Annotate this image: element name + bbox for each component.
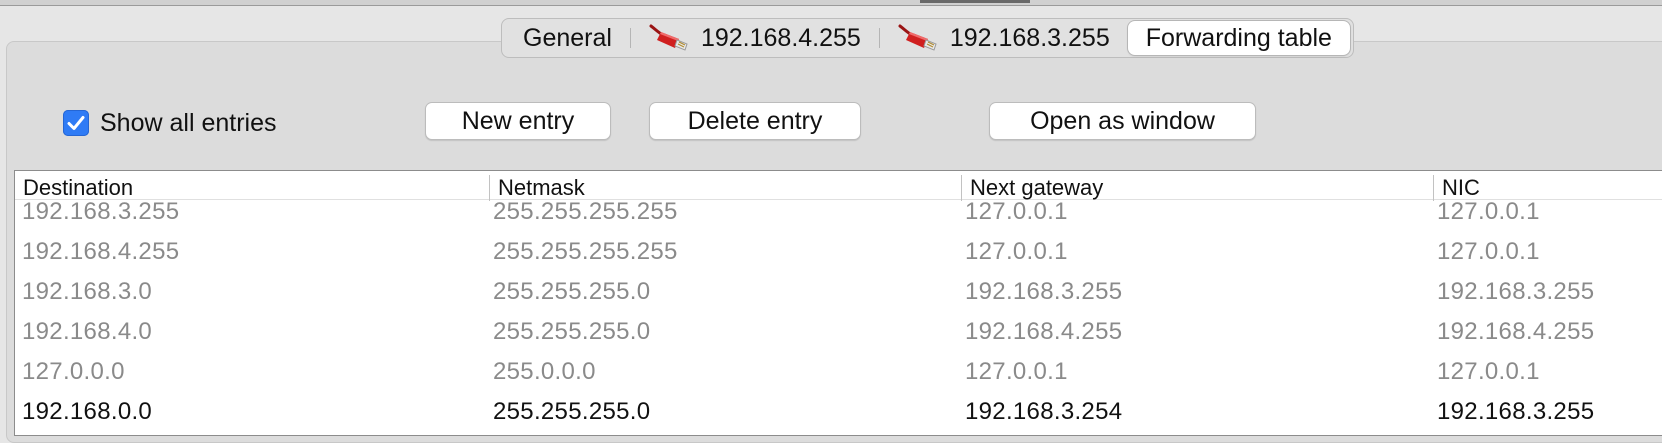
cell-destination: 192.168.3.255 — [22, 198, 180, 225]
table-row[interactable]: 192.168.4.0 255.255.255.0 192.168.4.255 … — [15, 314, 1662, 354]
cell-nic: 192.168.3.255 — [1437, 398, 1595, 425]
table-row[interactable]: 192.168.3.255 255.255.255.255 127.0.0.1 … — [15, 194, 1662, 234]
table-row[interactable]: 192.168.3.0 255.255.255.0 192.168.3.255 … — [15, 274, 1662, 314]
cell-netmask: 255.0.0.0 — [493, 358, 596, 385]
tab-forwarding-table-label: Forwarding table — [1145, 23, 1332, 52]
table-row[interactable]: 192.168.4.255 255.255.255.255 127.0.0.1 … — [15, 234, 1662, 274]
tab-general-label: General — [523, 23, 612, 52]
table-row[interactable]: 192.168.0.0 255.255.255.0 192.168.3.254 … — [15, 394, 1662, 434]
cell-netmask: 255.255.255.0 — [493, 278, 651, 305]
table-body: 192.168.3.255 255.255.255.255 127.0.0.1 … — [15, 194, 1662, 434]
cell-netmask: 255.255.255.255 — [493, 198, 678, 225]
window-top-edge — [0, 0, 1662, 6]
cell-gateway: 192.168.3.254 — [965, 398, 1123, 425]
cell-destination: 192.168.4.255 — [22, 238, 180, 265]
cell-netmask: 255.255.255.0 — [493, 318, 651, 345]
new-entry-button[interactable]: New entry — [425, 102, 611, 140]
table-row[interactable]: 127.0.0.0 255.0.0.0 127.0.0.1 127.0.0.1 — [15, 354, 1662, 394]
cell-nic: 192.168.4.255 — [1437, 318, 1595, 345]
tab-bar: General 192.168.4.255 192.168.3.255 Forw… — [501, 18, 1354, 58]
tab-interface-3[interactable]: 192.168.3.255 — [880, 21, 1128, 55]
cell-nic: 127.0.0.1 — [1437, 358, 1540, 385]
cell-netmask: 255.255.255.255 — [493, 238, 678, 265]
column-header-netmask[interactable]: Netmask — [489, 175, 585, 201]
show-all-entries-toggle[interactable]: Show all entries — [63, 108, 276, 138]
open-as-window-button[interactable]: Open as window — [989, 102, 1256, 140]
checkmark-icon — [67, 116, 85, 130]
column-header-nic[interactable]: NIC — [1433, 175, 1480, 201]
show-all-entries-checkbox[interactable] — [63, 110, 89, 136]
cell-destination: 127.0.0.0 — [22, 358, 125, 385]
cell-nic: 127.0.0.1 — [1437, 238, 1540, 265]
cell-gateway: 127.0.0.1 — [965, 238, 1068, 265]
cell-nic: 192.168.3.255 — [1437, 278, 1595, 305]
tab-interface-4-label: 192.168.4.255 — [700, 23, 861, 52]
window-top-tick — [920, 0, 1030, 3]
cell-gateway: 192.168.4.255 — [965, 318, 1123, 345]
show-all-entries-label: Show all entries — [100, 108, 277, 137]
cell-gateway: 127.0.0.1 — [965, 198, 1068, 225]
cell-destination: 192.168.0.0 — [22, 398, 153, 425]
tab-interface-4[interactable]: 192.168.4.255 — [631, 21, 879, 55]
cell-destination: 192.168.3.0 — [22, 278, 153, 305]
cell-destination: 192.168.4.0 — [22, 318, 153, 345]
tab-forwarding-table[interactable]: Forwarding table — [1127, 21, 1350, 55]
tab-interface-3-label: 192.168.3.255 — [949, 23, 1110, 52]
cell-gateway: 192.168.3.255 — [965, 278, 1123, 305]
cell-gateway: 127.0.0.1 — [965, 358, 1068, 385]
cell-nic: 127.0.0.1 — [1437, 198, 1540, 225]
network-cable-icon — [898, 23, 942, 53]
forwarding-table: Destination Netmask Next gateway NIC 192… — [14, 170, 1662, 436]
delete-entry-button[interactable]: Delete entry — [649, 102, 861, 140]
cell-netmask: 255.255.255.0 — [493, 398, 651, 425]
tab-general[interactable]: General — [505, 21, 630, 55]
network-cable-icon — [649, 23, 693, 53]
column-header-next-gateway[interactable]: Next gateway — [961, 175, 1103, 201]
column-header-destination[interactable]: Destination — [15, 175, 133, 201]
table-header: Destination Netmask Next gateway NIC — [15, 171, 1662, 201]
